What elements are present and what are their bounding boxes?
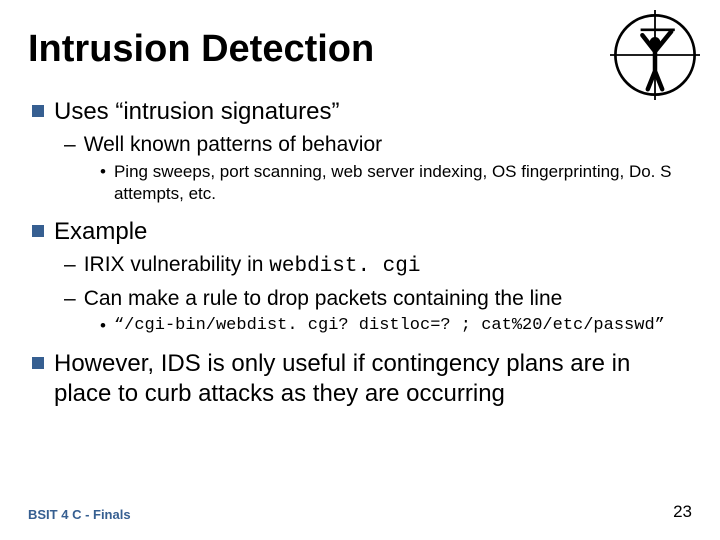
bullet-text: Uses “intrusion signatures”	[54, 97, 339, 127]
dash-bullet-icon: –	[64, 131, 76, 158]
footer-label: BSIT 4 C - Finals	[28, 507, 131, 522]
square-bullet-icon	[32, 105, 44, 117]
text-fragment: IRIX vulnerability in	[84, 253, 270, 276]
dash-bullet-icon: –	[64, 285, 76, 312]
slide-footer: BSIT 4 C - Finals 23	[28, 502, 692, 522]
code-text: “/cgi-bin/webdist. cgi? distloc=? ; cat%…	[114, 315, 665, 337]
bullet-text: However, IDS is only useful if contingen…	[54, 349, 692, 409]
bullet-level2: – Well known patterns of behavior	[32, 131, 692, 158]
crosshair-logo	[610, 10, 700, 100]
bullet-level1: Uses “intrusion signatures”	[32, 97, 692, 127]
dot-bullet-icon: •	[100, 161, 106, 183]
slide-title: Intrusion Detection	[28, 28, 692, 71]
square-bullet-icon	[32, 357, 44, 369]
bullet-level1: Example	[32, 217, 692, 247]
bullet-text: Example	[54, 217, 147, 247]
dash-bullet-icon: –	[64, 251, 76, 278]
bullet-level1: However, IDS is only useful if contingen…	[32, 349, 692, 409]
bullet-level3: • Ping sweeps, port scanning, web server…	[32, 161, 692, 205]
dot-bullet-icon: •	[100, 315, 106, 337]
bullet-text: Can make a rule to drop packets containi…	[84, 285, 563, 312]
bullet-level2: – Can make a rule to drop packets contai…	[32, 285, 692, 312]
slide-content: Uses “intrusion signatures” – Well known…	[28, 97, 692, 409]
square-bullet-icon	[32, 225, 44, 237]
bullet-level3: • “/cgi-bin/webdist. cgi? distloc=? ; ca…	[32, 315, 692, 337]
bullet-text: Ping sweeps, port scanning, web server i…	[114, 161, 692, 205]
page-number: 23	[673, 502, 692, 522]
bullet-text: IRIX vulnerability in webdist. cgi	[84, 251, 421, 280]
bullet-text: Well known patterns of behavior	[84, 131, 382, 158]
code-text: webdist. cgi	[269, 255, 420, 278]
bullet-level2: – IRIX vulnerability in webdist. cgi	[32, 251, 692, 280]
